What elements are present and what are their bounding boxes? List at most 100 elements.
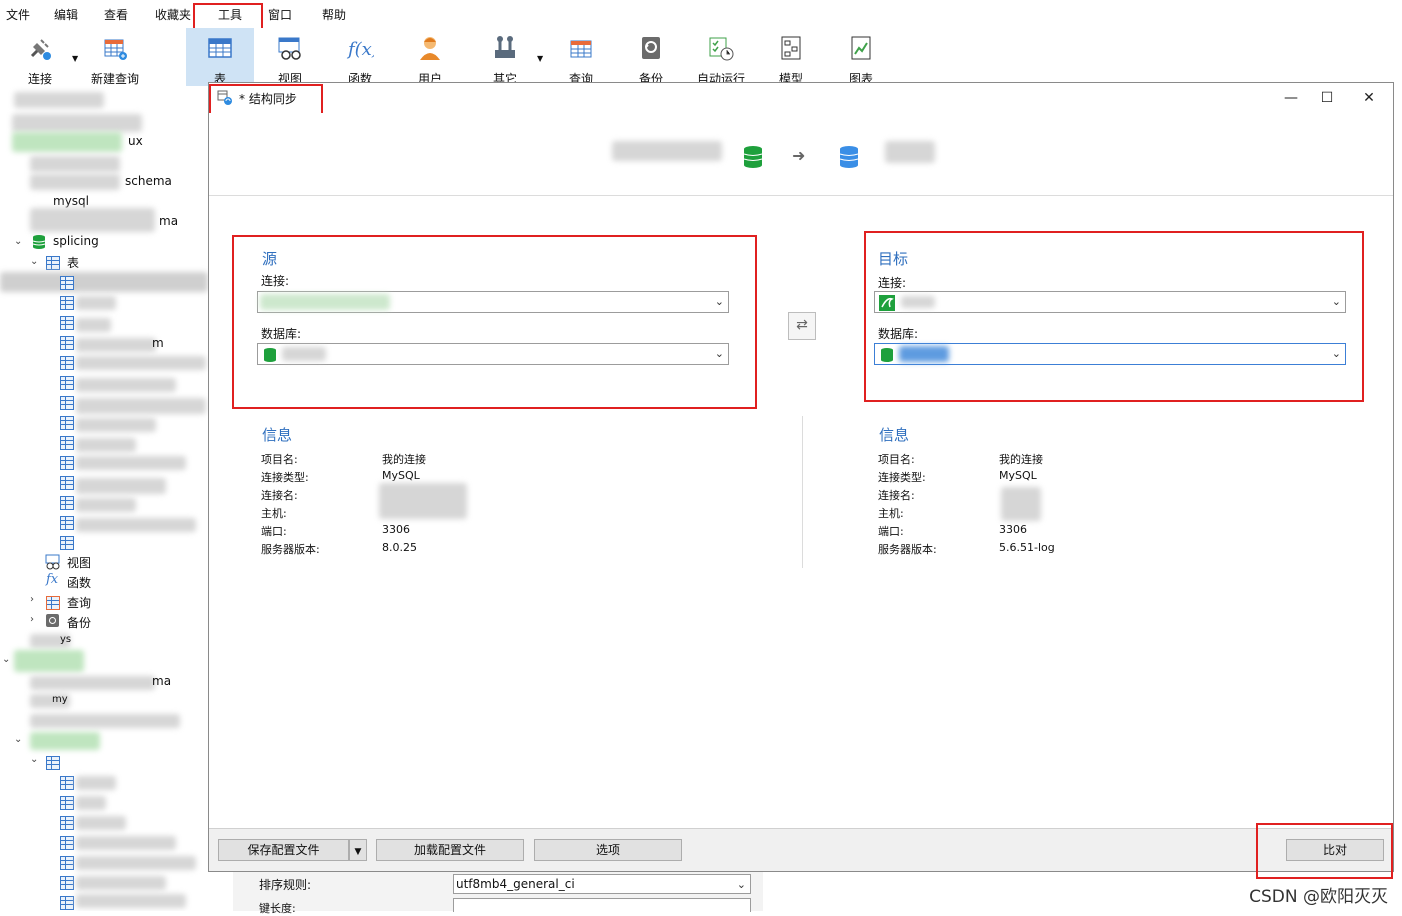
tree-node-queries[interactable]: 查询 — [67, 594, 91, 611]
redacted-block — [76, 776, 116, 790]
menu-view[interactable]: 查看 — [104, 6, 128, 23]
title-highlight-box — [209, 84, 323, 115]
minimize-button[interactable]: — — [1271, 87, 1311, 109]
chevron-down-icon[interactable]: ⌄ — [14, 236, 22, 247]
chevron-down-icon: ⌄ — [1331, 347, 1341, 360]
maximize-button[interactable]: ☐ — [1307, 87, 1347, 109]
tree-node[interactable]: ma — [159, 214, 178, 228]
chevron-down-icon[interactable]: ⌄ — [2, 654, 10, 665]
redacted-connection — [260, 294, 390, 310]
other-dropdown-caret[interactable]: ▼ — [537, 54, 543, 63]
tree-node[interactable]: ys — [60, 634, 71, 645]
chevron-down-icon: ⌄ — [714, 347, 724, 360]
save-config-label: 保存配置文件 — [247, 843, 320, 857]
toolbar-query-button[interactable]: 查询 — [550, 28, 612, 86]
close-button[interactable]: ✕ — [1349, 87, 1389, 109]
redacted-database — [899, 346, 949, 362]
main-toolbar: 连接 ▼ 新建查询 表 视图 f(x) 函数 用户 其它 ▼ 查询 备份 自动运… — [0, 28, 1402, 86]
tree-node[interactable]: my — [52, 694, 68, 705]
toolbar-user-button[interactable]: 用户 — [399, 28, 461, 86]
menu-edit[interactable]: 编辑 — [54, 6, 78, 23]
redacted-block — [76, 418, 156, 432]
key-length-field[interactable] — [453, 898, 751, 912]
tree-node-splicing[interactable]: splicing — [53, 234, 99, 248]
info-key: 服务器版本: — [261, 543, 320, 556]
toolbar-view-button[interactable]: 视图 — [259, 28, 321, 86]
table-icon — [60, 316, 74, 330]
chevron-down-icon[interactable]: ⌄ — [30, 256, 38, 267]
user-icon — [420, 37, 440, 60]
toolbar-other-button[interactable]: 其它 — [474, 28, 536, 86]
info-key: 端口: — [261, 525, 287, 538]
target-highlight-box — [864, 231, 1364, 402]
tree-node[interactable]: ma — [152, 674, 171, 688]
menu-favorites[interactable]: 收藏夹 — [155, 6, 191, 23]
redacted-block — [76, 894, 186, 908]
redacted-block — [76, 836, 176, 850]
connect-dropdown-caret[interactable]: ▼ — [72, 54, 78, 63]
source-database-label: 数据库: — [261, 327, 302, 341]
compare-highlight-box — [1256, 823, 1393, 879]
swap-button[interactable]: ⇄ — [788, 312, 816, 340]
toolbar-connect-button[interactable]: 连接 — [9, 28, 71, 86]
tree-node-backups[interactable]: 备份 — [67, 614, 91, 631]
table-icon — [60, 876, 74, 890]
toolbar-table-button[interactable]: 表 — [186, 28, 254, 86]
target-database-select[interactable]: ⌄ — [874, 343, 1346, 365]
chevron-down-icon[interactable]: ⌄ — [14, 734, 22, 745]
save-config-button[interactable]: 保存配置文件 — [218, 839, 349, 861]
toolbar-new-query-button[interactable]: 新建查询 — [84, 28, 146, 86]
table-icon — [60, 456, 74, 470]
load-config-button[interactable]: 加载配置文件 — [376, 839, 524, 861]
target-connection-label: 连接: — [878, 276, 907, 290]
table-icon — [60, 416, 74, 430]
arrow-right-icon: ➜ — [792, 146, 806, 165]
tree-node[interactable]: m — [152, 336, 164, 350]
redacted-block — [76, 338, 156, 352]
tree-node[interactable]: schema — [125, 174, 172, 188]
info-key: 连接类型: — [878, 471, 926, 484]
toolbar-autorun-button[interactable]: 自动运行 — [690, 28, 752, 86]
tree-node[interactable]: mysql — [53, 194, 89, 208]
target-database-label: 数据库: — [878, 327, 919, 341]
target-section-title: 目标 — [878, 250, 909, 268]
menu-help[interactable]: 帮助 — [322, 6, 346, 23]
tree-node-tables[interactable]: 表 — [67, 254, 79, 271]
target-connection-select[interactable]: ⌄ — [874, 291, 1346, 313]
table-icon — [60, 796, 74, 810]
toolbar-model-button[interactable]: 模型 — [760, 28, 822, 86]
options-button[interactable]: 选项 — [534, 839, 682, 861]
redacted-block — [30, 676, 155, 690]
source-connection-select[interactable]: ⌄ — [257, 291, 729, 313]
menu-file[interactable]: 文件 — [6, 6, 30, 23]
toolbar-function-button[interactable]: f(x) 函数 — [329, 28, 391, 86]
table-icon — [60, 516, 74, 530]
chevron-right-icon[interactable]: › — [30, 594, 34, 605]
chevron-right-icon[interactable]: › — [30, 614, 34, 625]
redacted-block — [76, 398, 206, 414]
save-config-dropdown[interactable]: ▼ — [349, 839, 367, 861]
info-key: 连接名: — [261, 489, 298, 502]
redacted-block — [76, 498, 136, 512]
backup-icon — [46, 614, 59, 627]
tree-node-functions[interactable]: 函数 — [67, 574, 91, 591]
info-key: 端口: — [878, 525, 904, 538]
tree-node[interactable]: ux — [128, 134, 143, 148]
chevron-down-icon: ⌄ — [714, 295, 724, 308]
source-connection-label: 连接: — [261, 274, 290, 288]
dialog-titlebar: * 结构同步 — ☐ ✕ — [209, 83, 1393, 113]
chevron-down-icon[interactable]: ⌄ — [30, 754, 38, 765]
redacted-block — [76, 816, 126, 830]
database-icon — [264, 348, 276, 362]
sync-header: ➜ — [209, 113, 1393, 196]
collation-select[interactable]: utf8mb4_general_ci ⌄ — [453, 874, 751, 894]
dialog-footer: 保存配置文件 ▼ 加载配置文件 选项 比对 — [209, 828, 1393, 871]
redacted-block — [30, 732, 100, 750]
function-icon: f(x) — [346, 39, 374, 60]
toolbar-chart-button[interactable]: 图表 — [830, 28, 892, 86]
table-icon — [60, 376, 74, 390]
source-database-select[interactable]: ⌄ — [257, 343, 729, 365]
toolbar-backup-button[interactable]: 备份 — [620, 28, 682, 86]
menu-window[interactable]: 窗口 — [268, 6, 292, 23]
tree-node-views[interactable]: 视图 — [67, 554, 91, 571]
